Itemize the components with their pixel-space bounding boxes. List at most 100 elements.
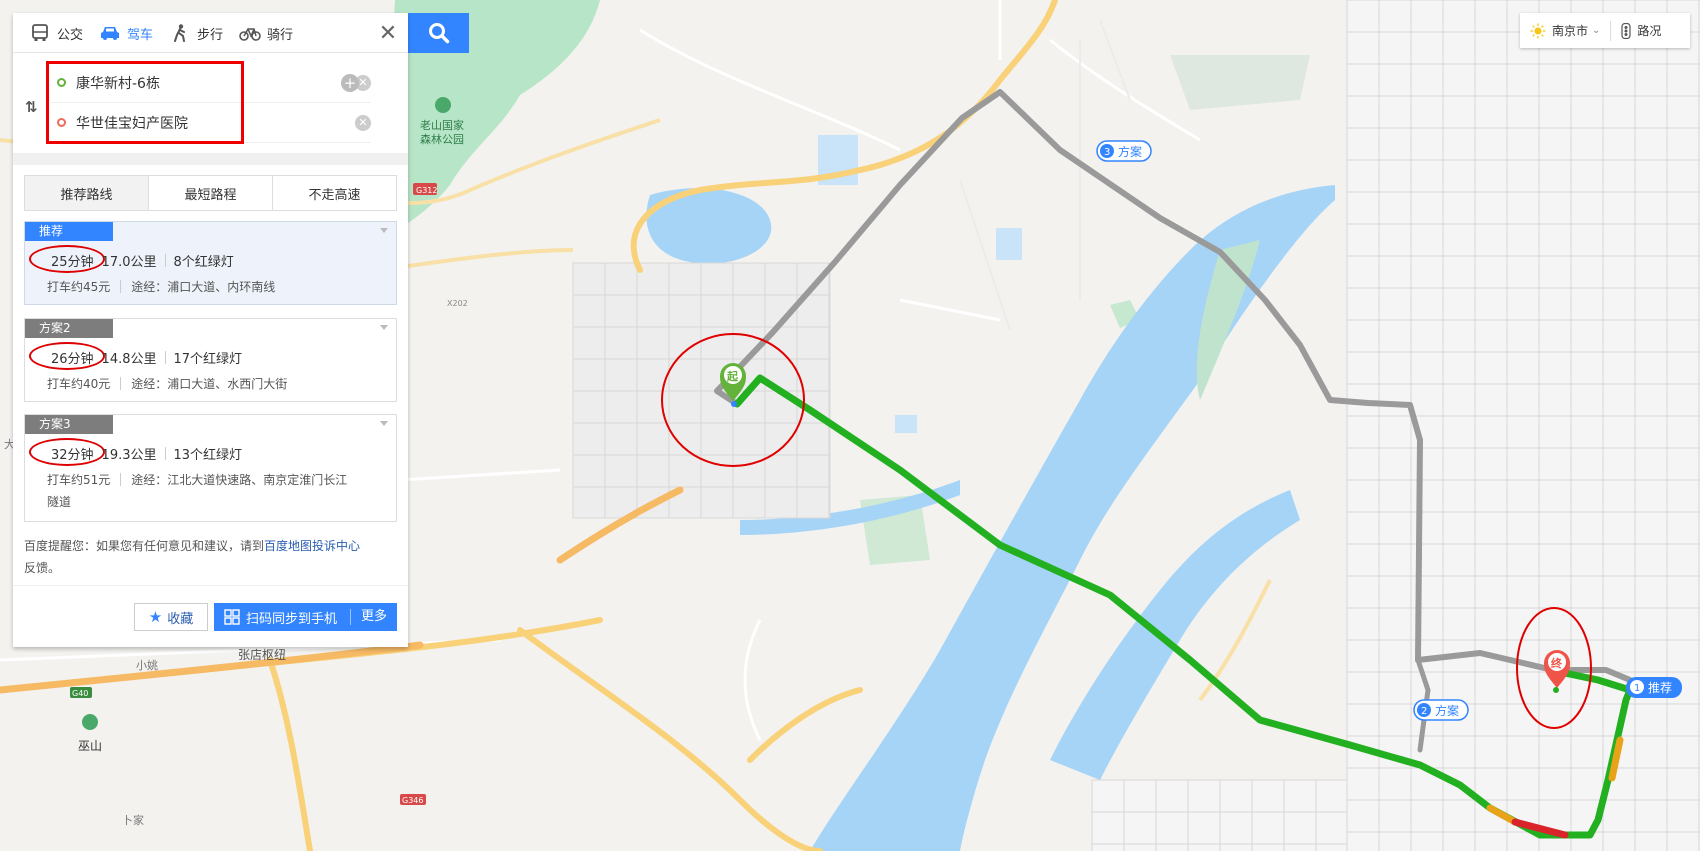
plan3-marker[interactable]: 3 方案: [1096, 140, 1152, 162]
plan-via-prefix: 途经：: [131, 377, 168, 391]
plan-tag: 方案3: [25, 415, 113, 434]
mode-tab-walk[interactable]: 步行: [153, 13, 223, 53]
plan-via: 浦口大道、内环南线: [167, 280, 276, 294]
traffic-toggle[interactable]: 路况: [1611, 22, 1661, 39]
svg-text:G346: G346: [402, 796, 423, 805]
road-shield-g40: G40: [70, 687, 92, 698]
plan-via-prefix: 途经：: [131, 280, 168, 294]
notice-body: 百度提醒您：如果您有任何意见和建议，请到: [24, 539, 265, 553]
svg-text:2: 2: [1421, 706, 1427, 717]
plan-taxi: 打车约45元: [47, 280, 111, 294]
svg-text:起: 起: [726, 369, 739, 383]
plan-lights: 13个红绿灯: [173, 448, 243, 463]
svg-text:老山国家: 老山国家: [420, 118, 464, 132]
walk-icon: [174, 24, 186, 42]
panel-actions: ★ 收藏 扫码同步到手机 更多: [13, 585, 408, 647]
plan-card-3[interactable]: 方案3 32分钟 19.3公里 13个红绿灯 打车约51元 途经： 江北大道快速…: [24, 414, 397, 522]
plan-time: 32分钟: [51, 448, 94, 463]
route-panel: 公交 驾车 步行 骑行 ✕ ⇅ 康华新村-6栋 ✕ + 华世佳宝妇产医院 ✕ 推…: [13, 13, 408, 647]
road-shield-g346: G346: [400, 794, 426, 805]
plan-tag: 推荐: [25, 222, 113, 241]
plan-summary: 26分钟 14.8公里 17个红绿灯: [47, 348, 242, 367]
place-label-bujia: 卜家: [122, 813, 144, 827]
swap-icon[interactable]: ⇅: [25, 98, 38, 116]
tab-shortest[interactable]: 最短路程: [149, 176, 273, 210]
route-preference-tabs: 推荐路线 最短路程 不走高速: [24, 175, 397, 211]
favorite-button[interactable]: ★ 收藏: [134, 603, 208, 631]
plan-lights: 8个红绿灯: [173, 255, 234, 270]
mode-label: 骑行: [267, 27, 294, 43]
plan-distance: 14.8公里: [101, 352, 157, 367]
svg-text:G312: G312: [416, 186, 437, 195]
traffic-label: 路况: [1637, 24, 1662, 38]
city-selector[interactable]: 南京市 ⌄: [1520, 20, 1612, 41]
plan-via-cont: 隧道: [47, 495, 72, 509]
expand-icon[interactable]: [380, 421, 388, 426]
bus-icon: [32, 24, 48, 41]
road-label-x202: X202: [447, 299, 468, 308]
pond-2: [996, 228, 1022, 260]
city-label: 南京市: [1552, 24, 1589, 38]
road-shield-g312: G312: [413, 183, 437, 195]
plan-distance: 17.0公里: [101, 255, 157, 270]
chevron-down-icon: ⌄: [1592, 25, 1601, 36]
search-icon: [428, 23, 449, 44]
annotation-box-inputs: [46, 61, 244, 144]
qr-code-icon: [224, 609, 240, 625]
svg-text:3: 3: [1104, 147, 1110, 158]
svg-text:1: 1: [1634, 683, 1640, 694]
plan-summary: 25分钟 17.0公里 8个红绿灯: [47, 251, 234, 270]
sync-to-phone-button[interactable]: 扫码同步到手机 更多: [214, 603, 397, 631]
expand-icon[interactable]: [380, 325, 388, 330]
more-button[interactable]: 更多: [349, 609, 387, 625]
plan-lights: 17个红绿灯: [173, 352, 243, 367]
panel-divider: [13, 153, 408, 165]
sun-icon: [1530, 23, 1546, 38]
plan-card-1[interactable]: 推荐 25分钟 17.0公里 8个红绿灯 打车约45元 途经： 浦口大道、内环南…: [24, 221, 397, 305]
clear-end-icon[interactable]: ✕: [355, 115, 371, 131]
mode-label: 公交: [57, 27, 84, 43]
mode-tab-bus[interactable]: 公交: [13, 13, 83, 53]
plan-tag: 方案2: [25, 319, 113, 338]
plan-taxi: 打车约40元: [47, 377, 111, 391]
plan-time: 25分钟: [51, 255, 94, 270]
plan-card-2[interactable]: 方案2 26分钟 14.8公里 17个红绿灯 打车约40元 途经： 浦口大道、水…: [24, 318, 397, 402]
notice-tail: 反馈。: [24, 561, 61, 575]
plan-via: 浦口大道、水西门大街: [167, 377, 288, 391]
notice-text: 百度提醒您：如果您有任何意见和建议，请到百度地图投诉中心 反馈。: [24, 535, 397, 579]
plan-time: 26分钟: [51, 352, 94, 367]
tab-recommended[interactable]: 推荐路线: [25, 176, 149, 210]
close-icon[interactable]: ✕: [368, 13, 408, 53]
traffic-light-icon: [1621, 22, 1632, 39]
mode-tab-bike[interactable]: 骑行: [223, 13, 293, 53]
plan-via: 江北大道快速路、南京定淮门长江: [167, 473, 348, 487]
svg-text:终: 终: [1551, 656, 1563, 670]
expand-icon[interactable]: [380, 228, 388, 233]
mode-label: 步行: [197, 27, 224, 43]
plan2-marker[interactable]: 2 方案: [1413, 699, 1469, 721]
mode-tab-car[interactable]: 驾车: [83, 13, 153, 53]
complaint-center-link[interactable]: 百度地图投诉中心: [264, 539, 360, 553]
svg-text:巫山: 巫山: [78, 739, 102, 753]
svg-text:推荐: 推荐: [1648, 681, 1672, 695]
favorite-label: 收藏: [167, 611, 194, 627]
plan-distance: 19.3公里: [101, 448, 157, 463]
plan-via-prefix: 途经：: [131, 473, 168, 487]
tab-no-highway[interactable]: 不走高速: [273, 176, 396, 210]
sync-label: 扫码同步到手机: [246, 611, 338, 627]
star-icon: ★: [148, 608, 163, 626]
plan1-marker[interactable]: 1 推荐: [1626, 677, 1682, 698]
mode-label: 驾车: [127, 27, 154, 43]
transport-mode-tabs: 公交 驾车 步行 骑行 ✕: [13, 13, 408, 53]
search-button[interactable]: [408, 13, 469, 53]
svg-text:森林公园: 森林公园: [420, 132, 464, 146]
map-controls-top-right: 南京市 ⌄ 路况: [1520, 13, 1690, 48]
pond-3: [895, 415, 917, 433]
svg-text:方案: 方案: [1118, 144, 1142, 159]
plan-taxi: 打车约51元: [47, 473, 111, 487]
svg-text:G40: G40: [72, 689, 88, 698]
place-label-zhangdian: 张店枢纽: [238, 647, 286, 662]
add-waypoint-icon[interactable]: +: [341, 74, 359, 92]
plan-details: 打车约45元 途经： 浦口大道、内环南线: [47, 276, 275, 298]
plan-summary: 32分钟 19.3公里 13个红绿灯: [47, 444, 242, 463]
